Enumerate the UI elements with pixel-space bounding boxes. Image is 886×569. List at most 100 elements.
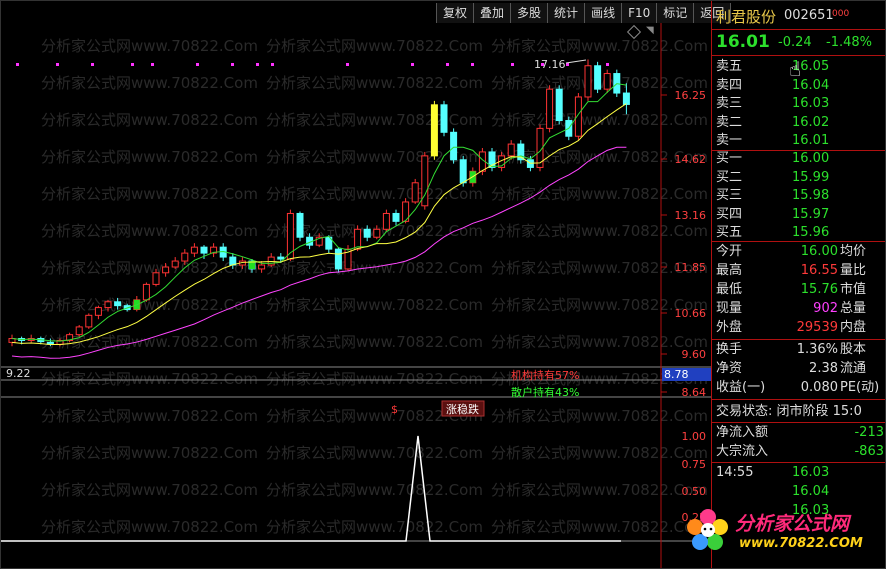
signal-dot	[446, 63, 449, 66]
toolbar-f10-button[interactable]: F10	[621, 3, 657, 23]
stat-label: 换手	[716, 342, 743, 357]
bid-price: 15.98	[792, 188, 830, 203]
candle-body	[277, 256, 285, 260]
signal-dot	[16, 63, 19, 66]
toolbar-draw-line-button[interactable]: 画线	[584, 3, 622, 23]
toolbar-statistics-button[interactable]: 统计	[547, 3, 585, 23]
bid-price: 16.00	[792, 151, 830, 166]
ask-label: 卖二	[716, 114, 743, 130]
watermark-text: 分析家公式网www.70822.Com	[41, 333, 258, 351]
bid-row: 买一 16.00	[716, 149, 885, 168]
watermark-text: 分析家公式网www.70822.Com	[266, 518, 483, 536]
trade-state: 交易状态: 闭市阶段 15:0	[716, 404, 862, 419]
signal-dot	[511, 63, 514, 66]
candle-body	[171, 260, 179, 268]
watermark-text: 分析家公式网www.70822.Com	[266, 74, 483, 92]
toolbar-overlay-button[interactable]: 叠加	[473, 3, 511, 23]
watermark-text: 分析家公式网www.70822.Com	[491, 444, 708, 462]
watermark-text: 分析家公式网www.70822.Com	[491, 333, 708, 351]
price-change-percent: -1.48%	[826, 35, 872, 50]
candle-body	[440, 104, 448, 133]
price-axis-label: 9.60	[682, 348, 707, 361]
watermark-text: 分析家公式网www.70822.Com	[491, 111, 708, 129]
candle-body	[75, 326, 83, 336]
last-value-label: 8.78	[664, 368, 689, 381]
watermark-text: 分析家公式网www.70822.Com	[491, 407, 708, 425]
signal-dot	[256, 63, 259, 66]
watermark-text: 分析家公式网www.70822.Com	[266, 444, 483, 462]
indicator-axis-label: 0.75	[682, 458, 707, 471]
ask-row: 卖三 16.03	[716, 94, 885, 113]
signal-dot	[566, 63, 569, 66]
stat-label: 今开	[716, 244, 743, 259]
bid-price: 15.97	[792, 206, 830, 222]
stat-label-right: 均价	[840, 244, 867, 259]
candle-body	[373, 228, 381, 238]
ask-label: 卖四	[716, 77, 743, 93]
stock-terminal-window: 复权 叠加 多股 统计 画线 F10 标记 返回 ◥ 分析家公式网www.708…	[0, 0, 886, 569]
ask-row: 卖一 16.01	[716, 131, 885, 150]
toolbar-mark-button[interactable]: 标记	[656, 3, 694, 23]
toolbar-fuquan-button[interactable]: 复权	[436, 3, 474, 23]
dollar-sign-label: $	[391, 403, 398, 416]
ask-row: 卖二 16.02	[716, 113, 885, 132]
ask-label: 卖三	[716, 96, 743, 111]
stat-row: 现量 902 总量	[716, 299, 885, 318]
candle-body	[94, 307, 102, 316]
panel-divider	[712, 55, 885, 56]
signal-dot	[196, 63, 199, 66]
stat-value: 1.36%	[796, 342, 838, 357]
signal-dot	[56, 63, 59, 66]
badge-label: 涨稳跌	[446, 402, 479, 416]
site-logo: 分析家公式网 www.70822.COM	[683, 501, 883, 559]
bid-row: 买三 15.98	[716, 186, 885, 205]
candle-body	[114, 301, 122, 307]
kline-chart[interactable]: 分析家公式网www.70822.Com 分析家公式网www.70822.Com 分析…	[1, 23, 711, 569]
signal-dot	[471, 63, 474, 66]
watermark-text: 分析家公式网www.70822.Com	[266, 37, 483, 55]
stat-label-right: 量比	[840, 263, 867, 278]
stat-value: 16.00	[800, 244, 838, 259]
watermark-text: 分析家公式网www.70822.Com	[41, 444, 258, 462]
bid-row: 买五 15.96	[716, 223, 885, 242]
bid-label: 买三	[716, 188, 743, 203]
stat-value: 15.76	[800, 282, 838, 297]
watermark-text: 分析家公式网www.70822.Com	[266, 296, 483, 314]
candle-body	[296, 212, 304, 238]
candle-body	[459, 159, 467, 184]
watermark-text: 分析家公式网www.70822.Com	[266, 333, 483, 351]
tick-row: 16.04	[716, 482, 885, 501]
signal-dot	[91, 63, 94, 66]
stat-value: 902	[813, 301, 838, 316]
watermark-text: 分析家公式网www.70822.Com	[491, 185, 708, 203]
toolbar-multi-stock-button[interactable]: 多股	[510, 3, 548, 23]
candle-body	[622, 92, 630, 105]
price-axis-label: 14.62	[675, 153, 707, 166]
price-axis-label: 13.16	[675, 209, 707, 222]
stat-label: 收益(一)	[716, 380, 766, 395]
stat-label: 现量	[716, 301, 743, 316]
watermark-text: 分析家公式网www.70822.Com	[41, 518, 258, 536]
hand-cursor-icon: ☝	[789, 57, 802, 81]
stat-value: 2.38	[809, 361, 838, 376]
candle-body	[85, 314, 93, 328]
price-axis-label: 16.25	[675, 89, 707, 102]
watermark-text: 分析家公式网www.70822.Com	[266, 481, 483, 499]
candle-body	[584, 65, 592, 98]
bid-price: 15.99	[792, 169, 830, 185]
stat-value: 29539	[796, 320, 838, 335]
candle-body	[411, 182, 419, 203]
signal-dot	[151, 63, 154, 66]
candle-body	[546, 88, 554, 129]
stat-label: 最低	[716, 282, 743, 297]
watermark-text: 分析家公式网www.70822.Com	[266, 259, 483, 277]
net-inflow-row: 净流入额 -213	[716, 425, 884, 440]
signal-dot	[411, 63, 414, 66]
candle-body	[430, 104, 438, 157]
stat-value: 0.080	[800, 380, 838, 395]
candle-body	[152, 272, 160, 285]
candle-body	[507, 143, 515, 157]
watermark-text: 分析家公式网www.70822.Com	[41, 222, 258, 240]
candle-body	[142, 283, 150, 301]
price-axis-label: 10.66	[675, 307, 707, 320]
